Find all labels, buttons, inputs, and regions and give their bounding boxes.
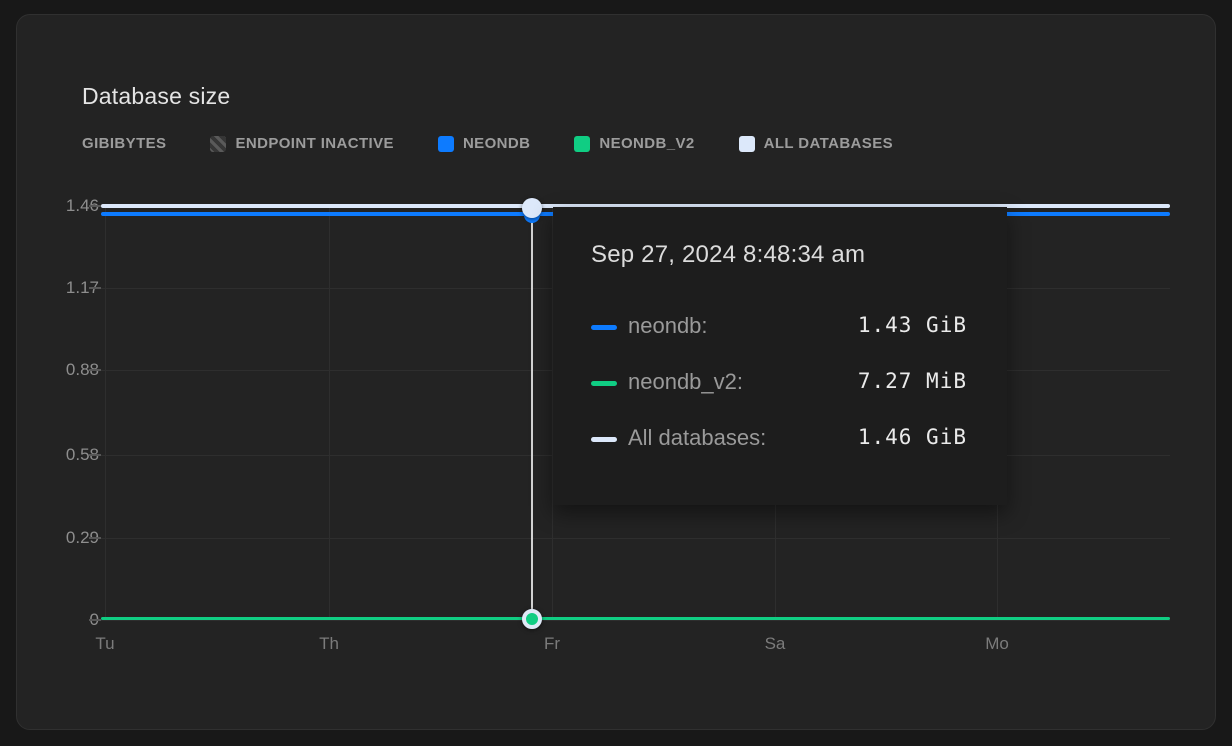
neondb-line-icon bbox=[591, 325, 617, 330]
neondb-v2-swatch-icon bbox=[574, 136, 590, 152]
tooltip-timestamp: Sep 27, 2024 8:48:34 am bbox=[591, 241, 865, 269]
gridline-v bbox=[105, 206, 106, 620]
chart-tooltip: Sep 27, 2024 8:48:34 am neondb: 1.43 GiB… bbox=[553, 207, 1007, 505]
legend-item-all-databases[interactable]: ALL DATABASES bbox=[739, 135, 893, 152]
unit-label: GIBIBYTES bbox=[82, 135, 166, 152]
y-tick-mark bbox=[89, 454, 101, 456]
y-tick-mark bbox=[89, 287, 101, 289]
x-tick-label: Mo bbox=[965, 633, 1029, 655]
x-tick-label: Fr bbox=[520, 633, 584, 655]
gridline-h bbox=[101, 538, 1170, 539]
legend-item-neondb-v2[interactable]: NEONDB_V2 bbox=[574, 135, 694, 152]
y-tick-mark bbox=[89, 619, 101, 621]
neondb-v2-line-icon bbox=[591, 381, 617, 386]
legend-item-label: NEONDB_V2 bbox=[599, 135, 694, 152]
gridline-h bbox=[101, 620, 1170, 621]
legend-item-endpoint-inactive[interactable]: ENDPOINT INACTIVE bbox=[210, 135, 393, 152]
y-tick-mark bbox=[89, 537, 101, 539]
chart-legend: GIBIBYTES ENDPOINT INACTIVE NEONDB NEOND… bbox=[82, 135, 893, 152]
tooltip-row-label: neondb_v2: bbox=[628, 369, 743, 395]
page-title: Database size bbox=[82, 83, 230, 110]
legend-item-neondb[interactable]: NEONDB bbox=[438, 135, 530, 152]
y-tick-mark bbox=[89, 205, 101, 207]
tooltip-row-value: 1.46 GiB bbox=[858, 425, 967, 449]
hover-point-all-databases bbox=[522, 198, 542, 218]
tooltip-row-all-databases: All databases: 1.46 GiB bbox=[553, 423, 1007, 455]
all-databases-line-icon bbox=[591, 437, 617, 442]
legend-item-label: ALL DATABASES bbox=[764, 135, 893, 152]
x-tick-label: Tu bbox=[73, 633, 137, 655]
neondb-swatch-icon bbox=[438, 136, 454, 152]
endpoint-inactive-hatch-icon bbox=[210, 136, 226, 152]
legend-unit: GIBIBYTES bbox=[82, 135, 166, 152]
legend-item-label: ENDPOINT INACTIVE bbox=[235, 135, 393, 152]
x-tick-label: Sa bbox=[743, 633, 807, 655]
hover-point-neondb-v2 bbox=[522, 609, 542, 629]
tooltip-row-label: neondb: bbox=[628, 313, 708, 339]
tooltip-row-label: All databases: bbox=[628, 425, 766, 451]
all-databases-swatch-icon bbox=[739, 136, 755, 152]
gridline-v bbox=[329, 206, 330, 620]
tooltip-row-neondb-v2: neondb_v2: 7.27 MiB bbox=[553, 367, 1007, 399]
page: Database size GIBIBYTES ENDPOINT INACTIV… bbox=[0, 0, 1232, 746]
legend-item-label: NEONDB bbox=[463, 135, 530, 152]
x-tick-label: Th bbox=[297, 633, 361, 655]
y-tick-mark bbox=[89, 369, 101, 371]
tooltip-row-value: 1.43 GiB bbox=[858, 313, 967, 337]
series-line-neondb-v2[interactable] bbox=[101, 617, 1170, 620]
tooltip-row-neondb: neondb: 1.43 GiB bbox=[553, 311, 1007, 343]
crosshair-line bbox=[531, 208, 533, 619]
tooltip-row-value: 7.27 MiB bbox=[858, 369, 967, 393]
